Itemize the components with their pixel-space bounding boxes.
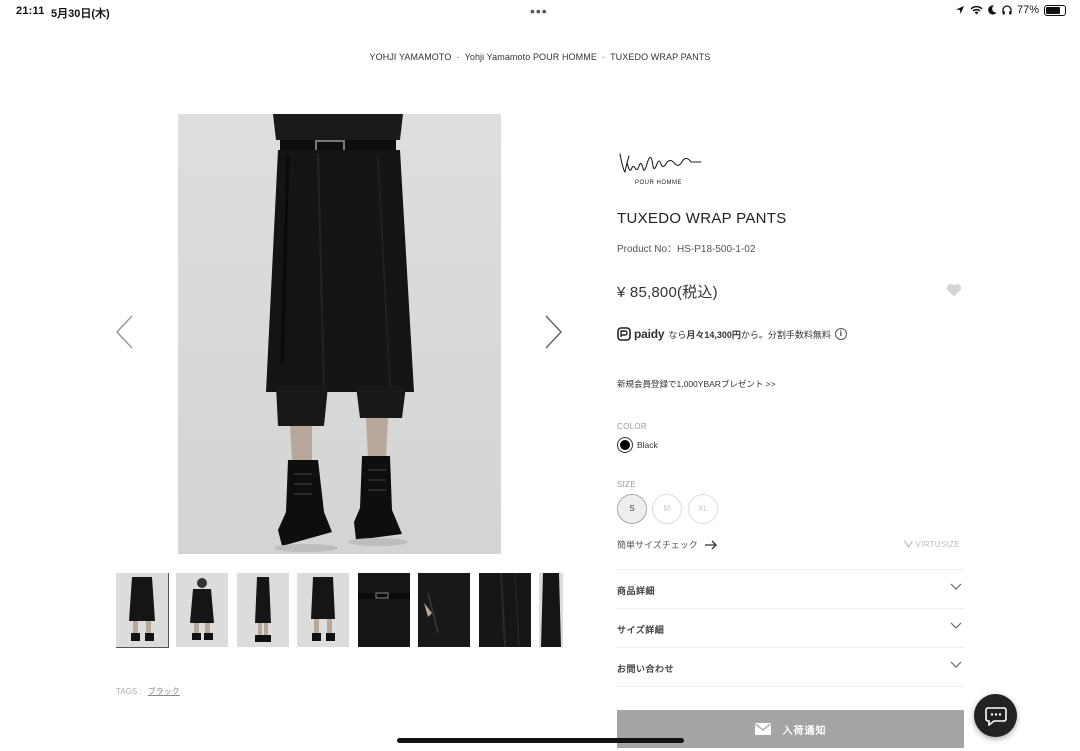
tags-label: TAGS : — [116, 687, 142, 696]
moon-icon — [988, 5, 997, 15]
accordion-label: 商品詳細 — [617, 586, 656, 596]
home-indicator[interactable] — [397, 738, 684, 743]
product-main-image[interactable] — [178, 114, 501, 554]
thumbnail-4[interactable] — [297, 573, 349, 647]
heart-icon[interactable] — [946, 283, 962, 297]
color-swatch-black[interactable] — [617, 437, 633, 453]
breadcrumb-separator: - — [601, 52, 606, 62]
info-icon[interactable]: i — [834, 328, 847, 340]
chat-button[interactable] — [974, 694, 1017, 737]
virtusize-label: VIRTUSIZE — [915, 540, 960, 549]
location-icon — [955, 6, 964, 14]
arrow-right-icon — [704, 540, 717, 549]
product-number: Product No：HS-P18-500-1-02 — [617, 244, 756, 255]
size-check-link[interactable]: 簡単サイズチェック — [617, 538, 718, 551]
size-option-m[interactable]: M — [652, 494, 682, 524]
restock-notify-label: 入荷通知 — [782, 725, 827, 737]
color-label: COLOR — [617, 422, 647, 431]
thumbnail-8[interactable] — [539, 573, 563, 647]
product-price: ¥ 85,800(税込) — [617, 284, 718, 301]
paidy-logo-icon — [617, 327, 631, 341]
thumbnail-7[interactable] — [479, 573, 531, 647]
paidy-amount: 月々14,300円 — [686, 329, 741, 340]
breadcrumb-item-brand[interactable]: YOHJI YAMAMOTO — [370, 52, 452, 62]
virtusize-icon — [904, 540, 913, 549]
paidy-banner[interactable]: paidy なら 月々14,300円 から。分割手数料無料 i — [617, 327, 847, 341]
headphones-icon — [1002, 5, 1012, 15]
thumbnail-1[interactable] — [116, 573, 169, 648]
mail-icon — [754, 723, 771, 735]
size-option-s[interactable]: S — [617, 494, 647, 524]
multitasking-dots-icon[interactable]: ••• — [530, 3, 548, 19]
accordion-size-details[interactable]: サイズ詳細 — [617, 608, 964, 647]
size-option-xl[interactable]: XL — [688, 494, 718, 524]
size-check-label: 簡単サイズチェック — [617, 540, 698, 550]
accordion-divider — [617, 686, 964, 687]
thumbnail-2[interactable] — [176, 573, 228, 647]
brand-logo-subtitle: POUR HOMME — [635, 180, 682, 186]
chat-icon — [984, 706, 1007, 726]
member-promo-link[interactable]: 新規会員登録で1,000YBARプレゼント >> — [617, 378, 776, 390]
accordion-contact[interactable]: お問い合わせ — [617, 647, 964, 686]
chevron-down-icon — [950, 622, 962, 629]
size-label: SIZE — [617, 480, 636, 489]
next-image-arrow-icon[interactable] — [542, 312, 566, 352]
accordion-product-details[interactable]: 商品詳細 — [617, 569, 964, 608]
accordion-label: お問い合わせ — [617, 664, 675, 674]
thumbnail-3[interactable] — [237, 573, 289, 647]
breadcrumb-separator: - — [456, 52, 460, 62]
status-date: 5月30日(木) — [51, 8, 110, 20]
thumbnail-5[interactable] — [358, 573, 410, 647]
breadcrumb-item-current: TUXEDO WRAP PANTS — [610, 52, 711, 62]
thumbnail-6[interactable] — [418, 573, 470, 647]
accordion-label: サイズ詳細 — [617, 625, 665, 635]
color-name: Black — [637, 440, 658, 450]
virtusize-button[interactable]: VIRTUSIZE — [904, 540, 960, 549]
chevron-down-icon — [950, 661, 962, 668]
breadcrumb-item-line[interactable]: Yohji Yamamoto POUR HOMME — [465, 52, 597, 62]
tag-link[interactable]: ブラック — [148, 687, 180, 696]
breadcrumb: YOHJI YAMAMOTO - Yohji Yamamoto POUR HOMME… — [0, 52, 1080, 62]
product-title: TUXEDO WRAP PANTS — [617, 210, 787, 227]
paidy-prefix: なら — [668, 329, 687, 340]
battery-icon — [1044, 4, 1066, 16]
chevron-down-icon — [950, 583, 962, 590]
thumbnail-strip — [116, 573, 563, 653]
status-time: 21:11 — [16, 5, 45, 17]
status-bar: 21:11 5月30日(木) ••• 77% — [0, 0, 1080, 24]
paidy-brand: paidy — [634, 327, 665, 341]
status-indicators: 77% — [955, 4, 1066, 16]
tags: TAGS : ブラック — [116, 686, 180, 697]
battery-percent: 77% — [1016, 4, 1039, 16]
previous-image-arrow-icon[interactable] — [112, 312, 136, 352]
wifi-icon — [970, 5, 983, 15]
paidy-suffix: から。分割手数料無料 — [740, 329, 831, 340]
